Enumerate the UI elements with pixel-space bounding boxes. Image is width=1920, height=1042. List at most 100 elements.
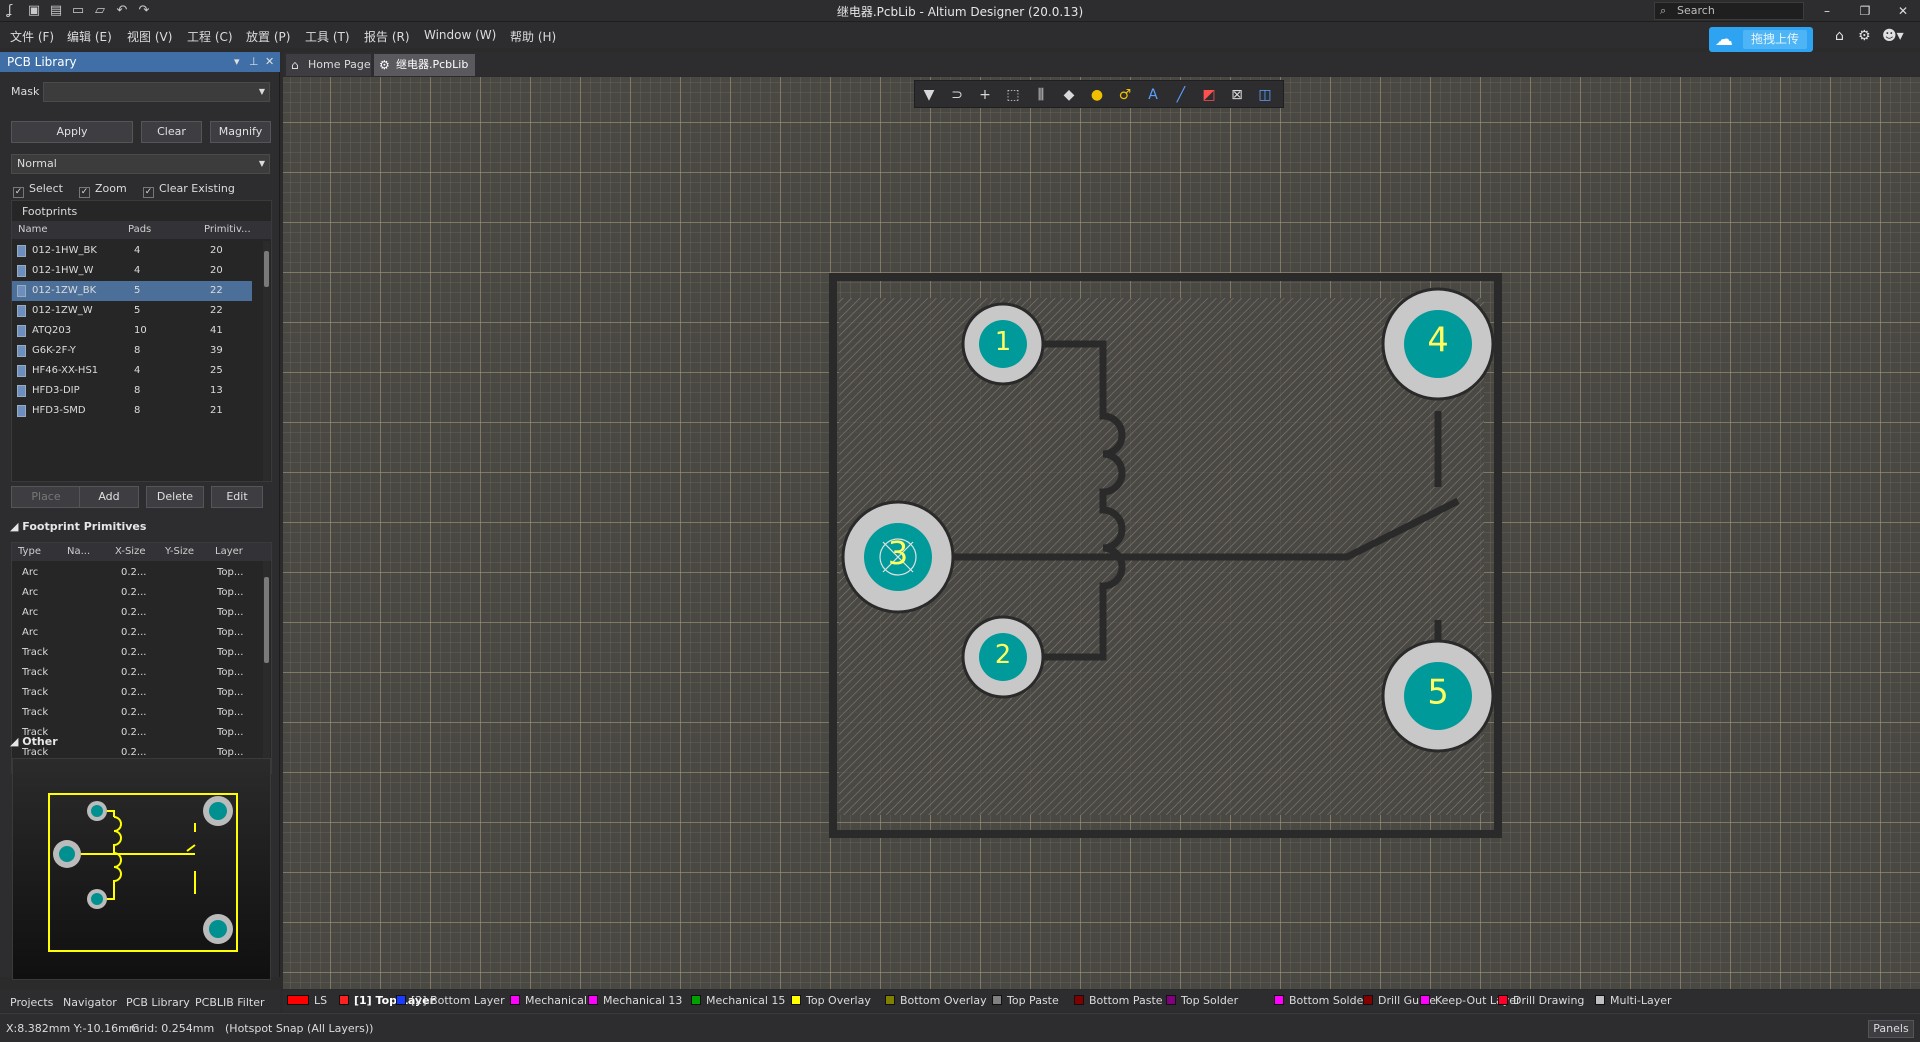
- layer-tab[interactable]: Bottom Overlay: [885, 994, 987, 1007]
- menu-place[interactable]: 放置 (P): [246, 28, 290, 45]
- scroll-thumb[interactable]: [264, 577, 269, 663]
- footprints-scrollbar[interactable]: [263, 241, 270, 481]
- tab-navigator[interactable]: Navigator: [63, 996, 117, 1009]
- layer-tab[interactable]: Mechanical 15: [691, 994, 785, 1007]
- restore-button[interactable]: ❐: [1850, 2, 1880, 20]
- panel-menu-icon[interactable]: ▾: [234, 52, 240, 72]
- apply-button[interactable]: Apply: [11, 121, 133, 143]
- primitive-row[interactable]: Arc 0.2... Top...: [12, 623, 252, 643]
- minimize-button[interactable]: –: [1812, 2, 1842, 20]
- primitive-row[interactable]: Arc 0.2... Top...: [12, 563, 252, 583]
- layer-tab[interactable]: Top Paste: [992, 994, 1059, 1007]
- col-layer[interactable]: Layer: [215, 546, 243, 557]
- open-project-icon[interactable]: ▱: [92, 3, 108, 19]
- 3d-body-icon[interactable]: ◫: [1255, 85, 1275, 105]
- footprint-row[interactable]: ATQ203 10 41: [12, 321, 252, 341]
- dimension-icon[interactable]: ⊠: [1227, 85, 1247, 105]
- menu-window[interactable]: Window (W): [424, 28, 496, 42]
- pad-2[interactable]: 2: [961, 615, 1045, 699]
- primitive-row[interactable]: Arc 0.2... Top...: [12, 583, 252, 603]
- mode-select[interactable]: Normal ▼: [11, 154, 270, 174]
- save-all-icon[interactable]: ▤: [48, 3, 64, 19]
- gear-icon[interactable]: ⚙: [1858, 28, 1871, 44]
- layer-tab[interactable]: Bottom Paste: [1074, 994, 1163, 1007]
- tab-pcblib[interactable]: ⚙ 继电器.PcbLib: [374, 54, 475, 76]
- menu-reports[interactable]: 报告 (R): [364, 28, 410, 45]
- delete-button[interactable]: Delete: [146, 486, 204, 508]
- footprint-row[interactable]: 012-1HW_W 4 20: [12, 261, 252, 281]
- menu-file[interactable]: 文件 (F): [10, 28, 54, 45]
- primitive-row[interactable]: Track 0.2... Top...: [12, 683, 252, 703]
- home-icon[interactable]: ⌂: [1835, 28, 1844, 44]
- scroll-thumb[interactable]: [264, 251, 269, 287]
- footprint-drawing[interactable]: 1 2 3 4 5: [283, 77, 1920, 989]
- primitive-row[interactable]: Track 0.2... Top...: [12, 663, 252, 683]
- place-button[interactable]: Place: [11, 486, 81, 508]
- open-icon[interactable]: ▭: [70, 3, 86, 19]
- col-type[interactable]: Type: [18, 546, 41, 557]
- save-icon[interactable]: ▣: [26, 3, 42, 19]
- footprint-row[interactable]: G6K-2F-Y 8 39: [12, 341, 252, 361]
- select-rect-icon[interactable]: ⬚: [1003, 85, 1023, 105]
- line-icon[interactable]: ╱: [1171, 85, 1191, 105]
- search-input[interactable]: ⌕ Search: [1654, 2, 1804, 20]
- pad-icon[interactable]: ♂: [1115, 85, 1135, 105]
- upload-button[interactable]: ☁ 拖拽上传: [1709, 27, 1813, 52]
- footprint-primitives-title[interactable]: ◢ Footprint Primitives: [10, 520, 146, 533]
- menu-view[interactable]: 视图 (V): [127, 28, 172, 45]
- panel-close-icon[interactable]: ✕: [265, 52, 274, 72]
- menu-help[interactable]: 帮助 (H): [510, 28, 556, 45]
- add-button[interactable]: Add: [79, 486, 139, 508]
- footprint-row[interactable]: HFD3-DIP 8 13: [12, 381, 252, 401]
- footprint-row[interactable]: 012-1ZW_BK 5 22: [12, 281, 252, 301]
- col-name[interactable]: Name: [18, 224, 48, 235]
- zoom-checkbox[interactable]: ✓ Zoom: [79, 182, 127, 198]
- cross-icon[interactable]: +: [975, 85, 995, 105]
- layer-tab[interactable]: LS: [287, 994, 327, 1007]
- panels-button[interactable]: Panels: [1868, 1020, 1914, 1038]
- layer-tab[interactable]: Multi-Layer: [1595, 994, 1672, 1007]
- col-pads[interactable]: Pads: [128, 224, 151, 235]
- tab-pcb-library[interactable]: PCB Library: [126, 996, 190, 1009]
- col-y-size[interactable]: Y-Size: [165, 546, 194, 557]
- pad-5[interactable]: 5: [1381, 639, 1495, 753]
- col-name[interactable]: Na...: [67, 546, 90, 557]
- region-icon[interactable]: ◩: [1199, 85, 1219, 105]
- text-icon[interactable]: A: [1143, 85, 1163, 105]
- tab-projects[interactable]: Projects: [10, 996, 53, 1009]
- pad-1[interactable]: 1: [961, 302, 1045, 386]
- via-icon[interactable]: ●: [1087, 85, 1107, 105]
- pad-3[interactable]: 3: [841, 500, 955, 614]
- footprint-row[interactable]: 012-1HW_BK 4 20: [12, 241, 252, 261]
- other-title[interactable]: ◢ Other: [10, 735, 58, 748]
- pcb-canvas[interactable]: 1 2 3 4 5: [283, 77, 1920, 989]
- tab-pcblib-filter[interactable]: PCBLIB Filter: [195, 996, 265, 1009]
- clear-button[interactable]: Clear: [141, 121, 202, 143]
- footprint-row[interactable]: 012-1ZW_W 5 22: [12, 301, 252, 321]
- layer-tab[interactable]: Drill Drawing: [1498, 994, 1584, 1007]
- layer-tab[interactable]: Bottom Solder: [1274, 994, 1368, 1007]
- undo-icon[interactable]: ↶: [114, 3, 130, 19]
- tab-home-page[interactable]: ⌂ Home Page: [286, 54, 371, 76]
- layer-tab[interactable]: [2] Bottom Layer: [396, 994, 505, 1007]
- user-icon[interactable]: ☻▾: [1882, 28, 1904, 44]
- menu-project[interactable]: 工程 (C): [187, 28, 233, 45]
- col-x-size[interactable]: X-Size: [115, 546, 146, 557]
- close-button[interactable]: ✕: [1888, 2, 1918, 20]
- clear-existing-checkbox[interactable]: ✓ Clear Existing: [143, 182, 235, 198]
- primitives-scrollbar[interactable]: [263, 561, 270, 773]
- filter-icon[interactable]: ▼: [919, 85, 939, 105]
- pin-icon[interactable]: ⊥: [249, 52, 259, 72]
- redo-icon[interactable]: ↷: [136, 3, 152, 19]
- primitive-row[interactable]: Track 0.2... Top...: [12, 703, 252, 723]
- footprint-row[interactable]: HF46-XX-HS1 4 25: [12, 361, 252, 381]
- layer-tab[interactable]: Top Solder: [1166, 994, 1238, 1007]
- interactive-route-icon[interactable]: ⊃: [947, 85, 967, 105]
- align-icon[interactable]: ⫼: [1031, 85, 1051, 105]
- layer-tab[interactable]: Mechanical 1: [510, 994, 597, 1007]
- footprint-row[interactable]: HFD3-SMD 8 21: [12, 401, 252, 421]
- magnify-button[interactable]: Magnify: [210, 121, 271, 143]
- col-primitives[interactable]: Primitiv...: [204, 224, 251, 235]
- edit-button[interactable]: Edit: [211, 486, 263, 508]
- eraser-icon[interactable]: ◆: [1059, 85, 1079, 105]
